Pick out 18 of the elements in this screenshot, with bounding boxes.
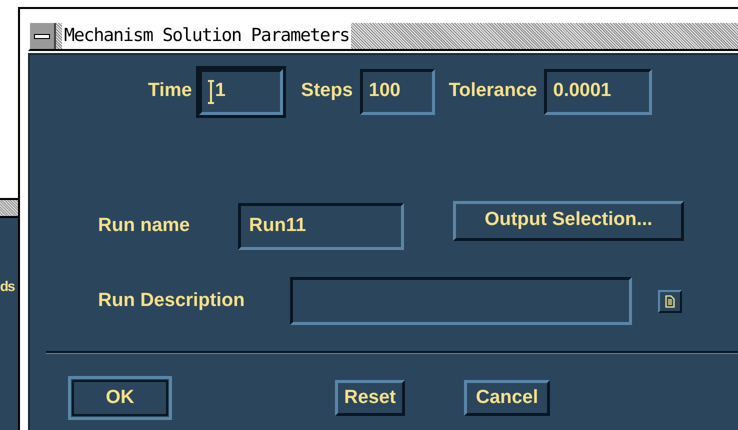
dialog-button[interactable]: Cancel: [464, 380, 550, 416]
input-field[interactable]: 100: [360, 68, 435, 114]
window-title: Mechanism Solution Parameters: [62, 23, 352, 49]
input-field[interactable]: Run11: [238, 203, 404, 250]
field-label: Run Description: [98, 288, 246, 313]
dialog-button[interactable]: Reset: [335, 380, 405, 416]
panel-text: ds: [0, 277, 14, 296]
dialog-button[interactable]: OK: [68, 376, 172, 420]
field-label: Steps: [301, 79, 353, 104]
window-menu-icon[interactable]: [30, 23, 56, 49]
input-field[interactable]: [290, 277, 632, 325]
output-selection-button[interactable]: Output Selection...: [453, 200, 684, 240]
document-icon[interactable]: [658, 290, 682, 312]
text-cursor-icon: [208, 80, 214, 104]
input-field[interactable]: 0.0001: [544, 68, 652, 114]
field-label: Run name: [98, 214, 191, 238]
field-label: Time: [148, 79, 192, 104]
field-label: Tolerance: [448, 79, 538, 104]
